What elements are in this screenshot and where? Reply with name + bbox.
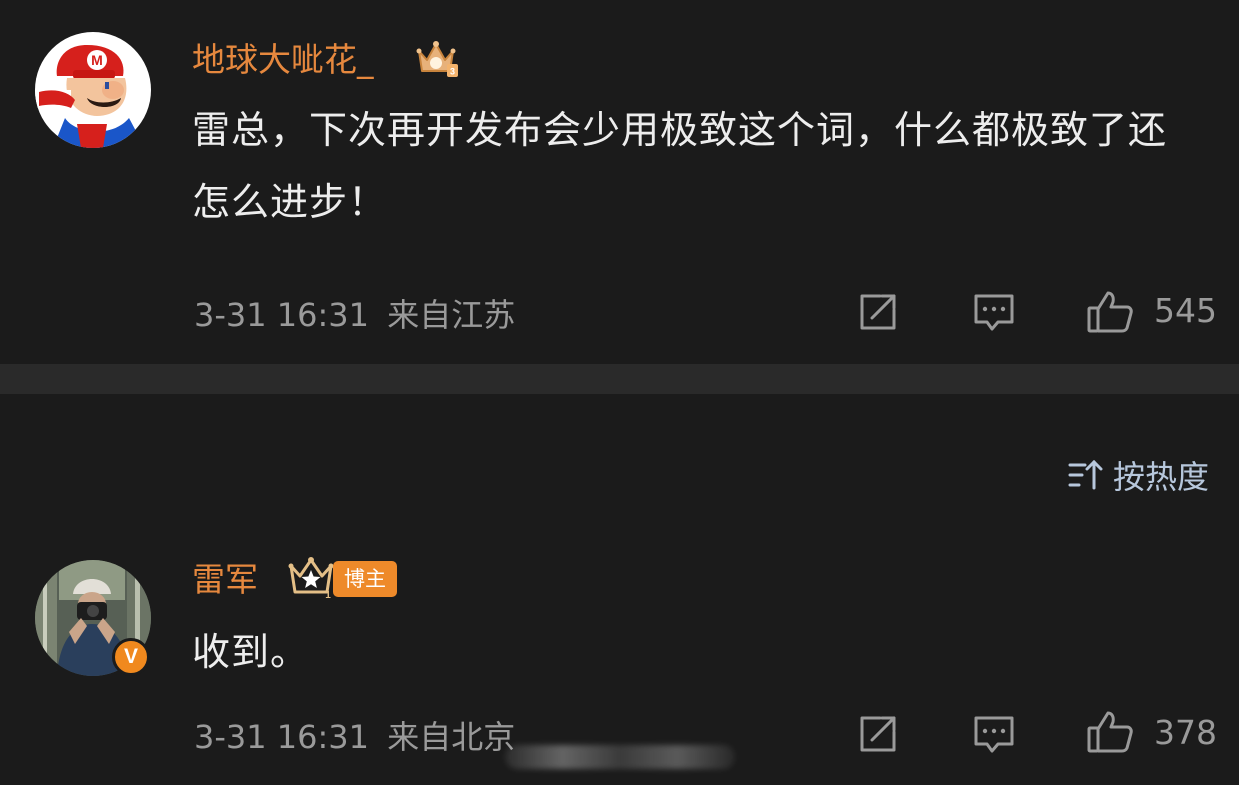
verified-v-icon: V [112,638,150,676]
sort-icon [1067,456,1105,494]
comment-icon[interactable] [972,712,1016,756]
svg-text:3: 3 [450,67,455,77]
like-icon[interactable] [1086,708,1134,756]
comment-text: 雷总，下次再开发布会少用极致这个词，什么都极致了还怎么进步！ [192,108,1168,224]
username[interactable]: 地球大呲花_ [192,40,374,80]
comment-icon[interactable] [972,290,1016,334]
crown-icon: 3 [414,36,458,80]
comment-meta: 3-31 16:31 来自北京 [194,712,515,758]
like-count: 545 [1154,291,1217,330]
crown-level-icon: 1 [288,556,334,601]
like-count: 378 [1154,713,1217,752]
username[interactable]: 雷军 [192,560,258,600]
section-divider [0,364,1239,394]
comment-date: 3-31 16:31 [194,296,370,334]
avatar[interactable]: M [35,32,151,148]
comment-date: 3-31 16:31 [194,718,370,756]
svg-text:M: M [91,52,103,68]
like-icon[interactable] [1086,288,1134,336]
share-icon[interactable] [856,712,900,756]
comment-location: 来自北京 [387,718,516,756]
comment-location: 来自江苏 [387,296,516,334]
share-icon[interactable] [856,290,900,334]
blurred-overlay [505,745,735,769]
comment-meta: 3-31 16:31 来自江苏 [194,290,515,336]
sort-label: 按热度 [1112,458,1209,496]
comment-text: 收到。 [192,630,310,674]
svg-text:1: 1 [325,590,331,600]
sort-by-hot-button[interactable]: 按热度 [1067,452,1209,498]
blogger-tag: 博主 [333,561,397,597]
